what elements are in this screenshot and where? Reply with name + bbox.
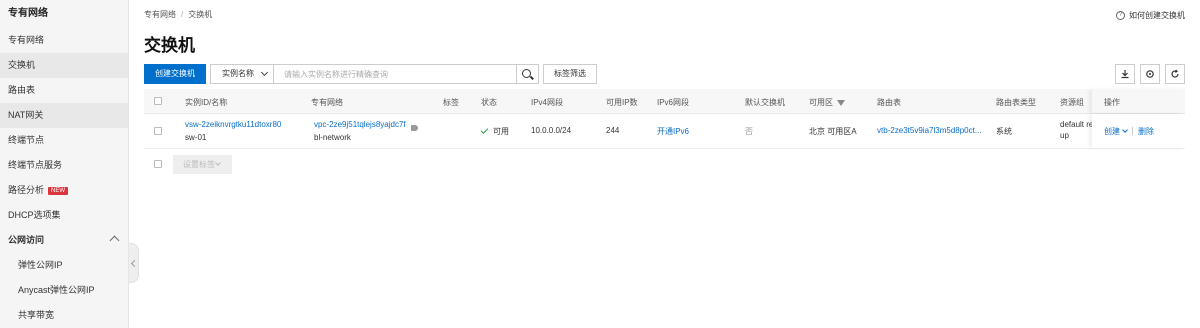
col-ipv4: IPv4网段	[531, 98, 564, 107]
chevron-down-icon	[215, 160, 221, 166]
sidebar: 专有网络 专有网络 交换机 路由表 NAT网关 终端节点 终端节点服务 路径分析…	[0, 0, 129, 328]
vswitch-table: 实例ID/名称 专有网络 标签 状态 IPv4网段 可用IP数 IPv6网段 默…	[144, 89, 1185, 177]
row-checkbox[interactable]	[154, 127, 162, 135]
sidebar-group-label: 公网访问	[8, 235, 45, 245]
col-vpc: 专有网络	[311, 98, 343, 107]
chevron-down-icon[interactable]	[1122, 127, 1128, 133]
col-actions: 操作	[1104, 98, 1120, 107]
sidebar-item-shared-bandwidth[interactable]: 共享带宽	[0, 303, 128, 328]
chevron-up-icon	[109, 235, 120, 246]
table-row: vsw-2zeiknvrgtku11dtoxr80 sw-01 vpc-2ze9…	[144, 114, 1185, 149]
default-switch-value: 否	[745, 127, 753, 136]
vpc-name: bl-network	[314, 133, 351, 142]
search-input[interactable]	[274, 64, 517, 84]
create-vswitch-button[interactable]: 创建交换机	[144, 64, 206, 84]
route-table-link[interactable]: vtb-2ze3t5v9ia7l3m5d8p0ct...	[877, 126, 982, 135]
help-label: 如何创建交换机	[1129, 11, 1185, 20]
vpc-id-link[interactable]: vpc-2ze9j51tqlejs8yajdc7f	[314, 120, 406, 129]
select-all-checkbox[interactable]	[154, 97, 162, 105]
sidebar-item-path-analysis[interactable]: 路径分析 NEW	[0, 178, 128, 203]
delete-action-link[interactable]: 删除	[1138, 127, 1154, 136]
col-ip-count: 可用IP数	[606, 98, 638, 107]
col-ipv6: IPv6网段	[657, 98, 690, 107]
table-tools	[1115, 64, 1185, 84]
zone-value: 北京 可用区A	[809, 127, 857, 136]
sidebar-item-nat-gateway[interactable]: NAT网关	[0, 103, 128, 128]
breadcrumb-current: 交换机	[188, 10, 213, 19]
help-icon: ?	[1116, 11, 1125, 20]
sidebar-item-eip[interactable]: 弹性公网IP	[0, 253, 128, 278]
row-actions: 创建 删除	[1104, 126, 1154, 137]
page-title: 交换机	[144, 36, 195, 55]
sidebar-item-route-table[interactable]: 路由表	[0, 78, 128, 103]
gear-icon[interactable]	[1140, 64, 1160, 84]
ipv4-cidr: 10.0.0.0/24	[531, 126, 572, 135]
breadcrumb: 专有网络 / 交换机	[144, 9, 212, 20]
resource-group-value: default re	[1060, 120, 1094, 129]
col-status: 状态	[481, 98, 497, 107]
check-icon	[480, 126, 489, 134]
col-zone-label: 可用区	[809, 98, 833, 107]
resource-group-value-wrap: up	[1060, 131, 1069, 140]
tag-icon[interactable]	[411, 125, 418, 131]
col-zone: 可用区	[809, 97, 845, 108]
route-table-type-value: 系统	[996, 127, 1012, 136]
main-content: 专有网络 / 交换机 ? 如何创建交换机 交换机 创建交换机 实例名称 标签筛选	[129, 0, 1200, 328]
vswitch-name: sw-01	[185, 133, 207, 142]
col-id-name: 实例ID/名称	[185, 98, 228, 107]
search-field-value: 实例名称	[222, 69, 254, 78]
sidebar-title: 专有网络	[8, 8, 48, 19]
new-badge: NEW	[48, 187, 69, 195]
help-link[interactable]: ? 如何创建交换机	[1116, 10, 1185, 21]
sidebar-item-endpoint[interactable]: 终端节点	[0, 128, 128, 153]
status-cell: 可用	[480, 126, 509, 137]
batch-select-checkbox[interactable]	[154, 160, 162, 168]
batch-actions: 设置标签	[144, 149, 1185, 177]
col-route-table: 路由表	[877, 98, 901, 107]
search-icon-handle	[530, 75, 534, 80]
enable-ipv6-link[interactable]: 开通IPv6	[657, 126, 689, 137]
sidebar-item-vswitch[interactable]: 交换机	[0, 53, 128, 78]
create-action-link[interactable]: 创建	[1104, 127, 1120, 136]
sidebar-group-internet-access[interactable]: 公网访问	[0, 228, 128, 253]
download-icon[interactable]	[1115, 64, 1135, 84]
filter-icon[interactable]	[837, 100, 845, 106]
vswitch-id-link[interactable]: vsw-2zeiknvrgtku11dtoxr80	[185, 120, 281, 129]
search-field-select[interactable]: 实例名称	[210, 64, 274, 84]
col-actions-sticky: 操作	[1092, 89, 1185, 113]
action-divider	[1132, 127, 1133, 135]
sidebar-item-label: 路径分析	[8, 185, 45, 195]
toolbar: 创建交换机 实例名称 标签筛选	[144, 64, 597, 84]
search-button[interactable]	[517, 64, 539, 84]
sidebar-item-anycast-eip[interactable]: Anycast弹性公网IP	[0, 278, 128, 303]
vpc-console: 专有网络 专有网络 交换机 路由表 NAT网关 终端节点 终端节点服务 路径分析…	[0, 0, 1200, 328]
breadcrumb-root[interactable]: 专有网络	[144, 10, 176, 19]
tag-filter-button[interactable]: 标签筛选	[543, 64, 597, 84]
col-default-switch: 默认交换机	[745, 98, 785, 107]
col-resource-group: 资源组	[1060, 98, 1084, 107]
col-tag: 标签	[443, 98, 459, 107]
row-actions-sticky: 创建 删除	[1092, 114, 1185, 148]
set-tags-label: 设置标签	[183, 160, 215, 169]
sidebar-item-vpc[interactable]: 专有网络	[0, 28, 128, 53]
status-text: 可用	[493, 127, 509, 136]
available-ip-count: 244	[606, 126, 620, 135]
breadcrumb-separator: /	[181, 10, 184, 19]
refresh-icon[interactable]	[1165, 64, 1185, 84]
sidebar-item-dhcp-options[interactable]: DHCP选项集	[0, 203, 128, 228]
chevron-down-icon	[260, 68, 269, 77]
table-header: 实例ID/名称 专有网络 标签 状态 IPv4网段 可用IP数 IPv6网段 默…	[144, 89, 1185, 114]
col-route-table-type: 路由表类型	[996, 98, 1036, 107]
sidebar-item-endpoint-service[interactable]: 终端节点服务	[0, 153, 128, 178]
set-tags-button: 设置标签	[173, 155, 232, 174]
